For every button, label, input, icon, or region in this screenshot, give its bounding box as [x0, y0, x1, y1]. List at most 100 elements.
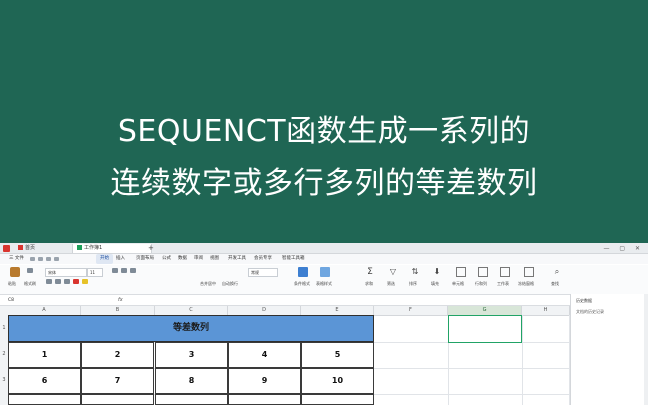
rows-columns-label: 行和列	[475, 281, 487, 286]
format-painter-icon[interactable]	[27, 268, 33, 273]
name-box[interactable]: C8	[8, 297, 68, 304]
freeze-panes-label: 冻结窗格	[518, 281, 534, 286]
menu-insert[interactable]: 插入	[116, 254, 125, 264]
menu-smart-tools[interactable]: 智能工具箱	[282, 254, 305, 264]
empty-cell[interactable]	[81, 394, 154, 405]
row-header-3[interactable]: 3	[0, 377, 8, 383]
menu-file[interactable]: 三 文件	[9, 254, 24, 264]
worksheet-label: 工作表	[497, 281, 509, 286]
column-header-f[interactable]: F	[374, 306, 448, 315]
grid-line	[569, 315, 570, 405]
empty-cell[interactable]	[8, 394, 81, 405]
data-cell[interactable]: 6	[8, 368, 81, 394]
data-cell[interactable]: 3	[155, 342, 228, 368]
print-icon[interactable]	[38, 257, 43, 261]
conditional-format-label: 条件格式	[294, 281, 310, 286]
align-left-icon[interactable]	[112, 268, 118, 273]
menu-data[interactable]: 数据	[178, 254, 187, 264]
filter-icon[interactable]: ▽	[388, 267, 398, 277]
empty-cell[interactable]	[301, 394, 374, 405]
number-format-select[interactable]: 常规	[248, 268, 278, 277]
tab-home-label: 首页	[25, 245, 36, 251]
column-header-e[interactable]: E	[301, 306, 374, 315]
redo-icon[interactable]	[54, 257, 59, 261]
column-header-h[interactable]: H	[522, 306, 570, 315]
fill-icon[interactable]: ⬇	[432, 267, 442, 277]
worksheet-icon[interactable]	[500, 267, 510, 277]
format-painter-label: 格式刷	[24, 281, 36, 286]
row-header-2[interactable]: 2	[0, 351, 8, 357]
underline-icon[interactable]	[64, 279, 70, 284]
history-panel-subtitle[interactable]: 文档的历史记录	[576, 309, 604, 315]
align-center-icon[interactable]	[121, 268, 127, 273]
italic-icon[interactable]	[55, 279, 61, 284]
merge-center-label[interactable]: 合并居中	[200, 281, 216, 287]
sort-icon[interactable]: ⇅	[410, 267, 420, 277]
menu-view[interactable]: 视图	[210, 254, 219, 264]
window-controls[interactable]: — ▢ ✕	[603, 244, 644, 253]
save-icon[interactable]	[30, 257, 35, 261]
tab-home[interactable]: 首页	[14, 244, 40, 253]
sum-icon[interactable]: Σ	[365, 267, 375, 277]
menu-home[interactable]: 开始	[96, 254, 113, 264]
home-icon	[18, 245, 23, 250]
fx-icon[interactable]: fx	[118, 296, 123, 305]
menu-formulas[interactable]: 公式	[162, 254, 171, 264]
undo-icon[interactable]	[46, 257, 51, 261]
selected-cell[interactable]	[448, 315, 522, 343]
fill-color-icon[interactable]	[82, 279, 88, 284]
data-cell[interactable]: 9	[228, 368, 301, 394]
data-cell[interactable]: 10	[301, 368, 374, 394]
paste-label: 粘贴	[8, 281, 16, 286]
row-header-1[interactable]: 1	[0, 325, 8, 331]
find-label: 查找	[551, 281, 559, 286]
history-panel-title: 历史数据	[576, 298, 592, 303]
data-cell[interactable]: 8	[155, 368, 228, 394]
tab-workbook[interactable]: 工作簿1	[72, 244, 152, 253]
sum-label: 求和	[365, 281, 373, 286]
column-header-g[interactable]: G	[448, 306, 522, 315]
grid-line	[522, 315, 523, 405]
data-cell[interactable]: 4	[228, 342, 301, 368]
filter-label: 筛选	[387, 281, 395, 286]
fill-label: 填充	[431, 281, 439, 286]
data-cell[interactable]: 7	[81, 368, 154, 394]
empty-cell[interactable]	[155, 394, 228, 405]
font-name-select[interactable]: 宋体	[45, 268, 87, 277]
column-header-d[interactable]: D	[228, 306, 301, 315]
tab-workbook-label: 工作簿1	[84, 245, 103, 251]
banner-title-line-1: SEQUENCT函数生成一系列的	[117, 114, 531, 149]
menu-review[interactable]: 审阅	[194, 254, 203, 264]
table-title-cell[interactable]: 等差数列	[8, 315, 374, 342]
column-header-a[interactable]: A	[8, 306, 81, 315]
rows-columns-icon[interactable]	[478, 267, 488, 277]
formula-bar	[0, 296, 570, 306]
table-style-icon[interactable]	[320, 267, 330, 277]
font-size-select[interactable]: 11	[87, 268, 103, 277]
freeze-panes-icon[interactable]	[524, 267, 534, 277]
paste-icon[interactable]	[10, 267, 20, 277]
menu-developer[interactable]: 开发工具	[228, 254, 246, 264]
side-toolbar	[644, 294, 648, 405]
column-header-c[interactable]: C	[155, 306, 228, 315]
cell-icon[interactable]	[456, 267, 466, 277]
data-cell[interactable]: 1	[8, 342, 81, 368]
new-tab-button[interactable]: +	[148, 244, 154, 253]
find-icon[interactable]: ⌕	[552, 267, 562, 277]
empty-cell[interactable]	[228, 394, 301, 405]
data-cell[interactable]: 5	[301, 342, 374, 368]
menu-member[interactable]: 会员专享	[254, 254, 272, 264]
conditional-format-icon[interactable]	[298, 267, 308, 277]
column-header-b[interactable]: B	[81, 306, 155, 315]
wrap-text-label[interactable]: 自动换行	[222, 281, 238, 287]
font-color-icon[interactable]	[73, 279, 79, 284]
banner-title-line-2: 连续数字或多行多列的等差数列	[110, 166, 538, 201]
table-style-label: 表格样式	[316, 281, 332, 286]
menu-page-layout[interactable]: 页面布局	[136, 254, 154, 264]
bold-icon[interactable]	[46, 279, 52, 284]
cell-label: 单元格	[452, 281, 464, 286]
spreadsheet-icon	[77, 245, 82, 250]
app-logo-icon	[3, 245, 10, 252]
align-right-icon[interactable]	[130, 268, 136, 273]
data-cell[interactable]: 2	[81, 342, 154, 368]
